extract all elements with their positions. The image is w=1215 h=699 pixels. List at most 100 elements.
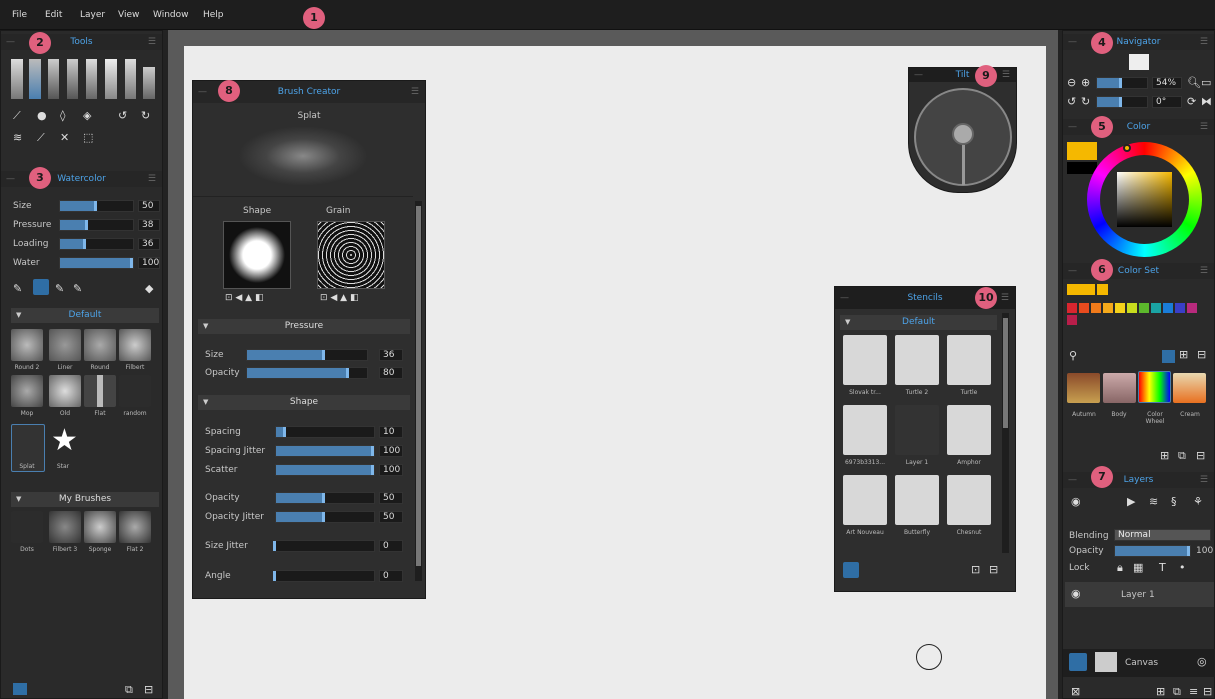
spacing-jitter-value[interactable]: 100 bbox=[379, 445, 403, 457]
canvas-settings-icon[interactable]: ◎ bbox=[1197, 655, 1207, 668]
canvas-row[interactable]: Canvas ◎ bbox=[1063, 649, 1215, 677]
color-swatch-grid[interactable] bbox=[1067, 303, 1207, 329]
rotate-right-icon[interactable]: ↻ bbox=[1081, 95, 1090, 108]
primary-color-swatch[interactable] bbox=[1067, 142, 1097, 160]
color-swatch[interactable] bbox=[1079, 303, 1089, 313]
lock-icon[interactable]: 🔒︎ bbox=[1117, 561, 1123, 575]
grain-tools-icon[interactable]: ⊡ ◀ ▲ ◧ bbox=[320, 293, 358, 303]
pressure-slider[interactable] bbox=[59, 219, 134, 231]
pressure-opacity-slider[interactable] bbox=[246, 367, 368, 379]
flip-icon[interactable]: ⧓ bbox=[1201, 95, 1212, 108]
lock-transparency-icon[interactable]: ▦ bbox=[1133, 561, 1143, 574]
menu-edit[interactable]: Edit bbox=[45, 10, 62, 20]
watercolor-tool-icon[interactable] bbox=[29, 59, 41, 99]
shape-tools-icon[interactable]: ⊡ ◀ ▲ ◧ bbox=[225, 293, 263, 303]
opacity-jitter-slider[interactable] bbox=[275, 511, 375, 523]
delete-layer-icon[interactable]: ⊟ bbox=[1203, 685, 1212, 698]
ink-tool-icon[interactable] bbox=[86, 59, 97, 99]
eraser-icon[interactable]: ◈ bbox=[83, 109, 91, 122]
rotation-value[interactable]: 0° bbox=[1152, 96, 1182, 108]
color-swatch[interactable] bbox=[1067, 303, 1077, 313]
tilt-dial[interactable] bbox=[914, 88, 1012, 186]
brush-thumb[interactable] bbox=[11, 375, 43, 407]
navigator-thumbnail[interactable] bbox=[1129, 54, 1149, 70]
chalk-tool-icon[interactable] bbox=[143, 67, 155, 99]
ruler-icon[interactable]: ⟋ bbox=[13, 109, 21, 123]
tool-pens[interactable] bbox=[11, 53, 157, 101]
loading-value[interactable]: 36 bbox=[138, 238, 160, 250]
add-colorset-icon[interactable]: ⊞ bbox=[1179, 348, 1188, 361]
add-set-icon[interactable]: ⊞ bbox=[1160, 449, 1169, 462]
stencils-scrollbar[interactable] bbox=[1002, 313, 1009, 553]
rotate-left-icon[interactable]: ↺ bbox=[1067, 95, 1076, 108]
transform-icon[interactable]: ✕ bbox=[60, 131, 69, 144]
stencil-thumb[interactable] bbox=[947, 335, 991, 385]
layer-opacity-slider[interactable] bbox=[1114, 545, 1191, 557]
water-slider[interactable] bbox=[59, 257, 134, 269]
brush-thumb[interactable] bbox=[84, 511, 116, 543]
brush-thumb[interactable] bbox=[49, 329, 81, 361]
brush-creator-scrollbar[interactable] bbox=[415, 201, 422, 581]
brush-thumb[interactable] bbox=[11, 511, 43, 543]
stencil-visibility-icon[interactable] bbox=[843, 562, 859, 578]
brush-mode-paint-icon[interactable]: ✎ bbox=[13, 282, 22, 295]
brush-thumb[interactable] bbox=[119, 511, 151, 543]
selection-icon[interactable]: ⬚ bbox=[83, 131, 93, 144]
grain-texture[interactable] bbox=[317, 221, 385, 289]
clear-layer-icon[interactable]: ⊠ bbox=[1071, 685, 1080, 698]
color-swatch[interactable] bbox=[1103, 303, 1113, 313]
color-swatch[interactable] bbox=[1175, 303, 1185, 313]
color-picker-tool-icon[interactable]: ⚲ bbox=[1069, 349, 1077, 362]
size-slider[interactable] bbox=[59, 200, 134, 212]
brush-thumb[interactable] bbox=[84, 375, 116, 407]
size-value[interactable]: 50 bbox=[138, 200, 160, 212]
stencil-thumb[interactable] bbox=[895, 405, 939, 455]
stencils-default-header[interactable]: ▼ Default bbox=[840, 315, 997, 330]
redo-icon[interactable]: ↻ bbox=[141, 109, 150, 122]
wind-icon[interactable]: ≋ bbox=[13, 131, 22, 144]
brush-thumb[interactable] bbox=[84, 329, 116, 361]
zoom-slider[interactable] bbox=[1096, 77, 1148, 89]
rotation-slider[interactable] bbox=[1096, 96, 1148, 108]
eye-icon[interactable]: ◉ bbox=[1071, 587, 1081, 600]
smudge-icon[interactable]: ● bbox=[37, 109, 47, 122]
colorset-thumb[interactable] bbox=[1103, 373, 1136, 403]
brush-thumb[interactable] bbox=[49, 511, 81, 543]
zoom-in-icon[interactable]: ⊕ bbox=[1081, 76, 1090, 89]
shape-texture[interactable] bbox=[223, 221, 291, 289]
angle-slider[interactable] bbox=[273, 570, 375, 582]
menu-help[interactable]: Help bbox=[203, 10, 224, 20]
opacity-slider[interactable] bbox=[275, 492, 375, 504]
menu-window[interactable]: Window bbox=[153, 10, 189, 20]
color-swatch[interactable] bbox=[1187, 303, 1197, 313]
current-color-swatch[interactable] bbox=[1067, 284, 1095, 295]
colorset-thumb[interactable] bbox=[1067, 373, 1100, 403]
spacing-value[interactable]: 10 bbox=[379, 426, 403, 438]
default-brushes-header[interactable]: ▼ Default bbox=[11, 308, 159, 323]
brush-thumb[interactable] bbox=[49, 375, 81, 407]
colorset-thumb-selected[interactable] bbox=[1138, 371, 1171, 403]
stencil-thumb[interactable] bbox=[843, 335, 887, 385]
scatter-value[interactable]: 100 bbox=[379, 464, 403, 476]
import-stencil-icon[interactable]: ⊡ bbox=[971, 563, 980, 576]
pressure-opacity-value[interactable]: 80 bbox=[379, 367, 403, 379]
color-wheel[interactable] bbox=[1087, 142, 1202, 257]
color-swatch[interactable] bbox=[1097, 284, 1108, 295]
dot-icon[interactable]: • bbox=[1179, 561, 1186, 574]
duplicate-brush-icon[interactable]: ⧉ bbox=[125, 683, 133, 697]
star-brush-icon[interactable]: ★ bbox=[51, 426, 78, 456]
size-jitter-slider[interactable] bbox=[273, 540, 375, 552]
eyedropper-icon[interactable]: ⟋ bbox=[37, 131, 45, 145]
menu-file[interactable]: File bbox=[12, 10, 27, 20]
delete-set-icon[interactable]: ⊟ bbox=[1196, 449, 1205, 462]
remove-colorset-icon[interactable]: ⊟ bbox=[1197, 348, 1206, 361]
color-swatch[interactable] bbox=[1091, 303, 1101, 313]
menu-layer[interactable]: Layer bbox=[80, 10, 105, 20]
stencil-thumb[interactable] bbox=[947, 405, 991, 455]
add-layer-icon[interactable]: ⊞ bbox=[1156, 685, 1165, 698]
pencil-tool-icon[interactable] bbox=[48, 59, 59, 99]
pressure-size-value[interactable]: 36 bbox=[379, 349, 403, 361]
pressure-size-slider[interactable] bbox=[246, 349, 368, 361]
layer-row[interactable]: ◉ Layer 1 bbox=[1065, 582, 1214, 607]
water-flow-icon[interactable]: ≋ bbox=[1149, 495, 1158, 508]
